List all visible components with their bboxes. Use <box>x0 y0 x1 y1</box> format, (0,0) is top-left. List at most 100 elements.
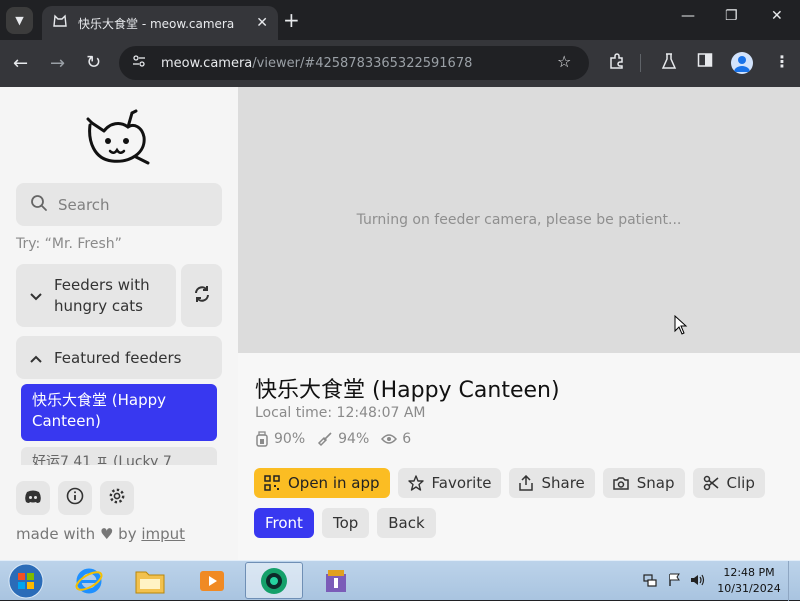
feeder-list-item[interactable]: 好运7 41 ㅍ (Lucky 7 <box>21 447 217 465</box>
refresh-icon <box>193 285 211 307</box>
minimize-button[interactable]: — <box>681 8 695 24</box>
internet-explorer-icon <box>75 568 103 593</box>
qr-code-icon <box>264 475 280 491</box>
share-button[interactable]: Share <box>509 468 595 498</box>
viewers-stat: 6 <box>381 431 411 447</box>
imput-link[interactable]: imput <box>141 525 185 543</box>
discord-icon <box>24 489 42 508</box>
feeders-dropdown-line2: hungry cats <box>54 296 143 315</box>
info-button[interactable] <box>58 481 92 515</box>
url-host: meow.camera <box>161 55 253 71</box>
tab-search-button[interactable]: ▼ <box>6 7 33 34</box>
browser-tab[interactable]: 快乐大食堂 - meow.camera ✕ <box>42 6 278 40</box>
close-window-button[interactable]: ✕ <box>771 8 783 24</box>
mouse-cursor-icon <box>674 314 688 339</box>
search-hint: Try: “Mr. Fresh” <box>16 236 122 252</box>
feeders-dropdown-line1: Feeders with <box>54 275 150 294</box>
open-in-app-button[interactable]: Open in app <box>254 468 390 498</box>
forward-button[interactable]: → <box>50 53 65 74</box>
media-player-icon <box>200 570 224 591</box>
chevron-down-icon <box>30 286 42 305</box>
new-tab-button[interactable]: + <box>283 8 300 32</box>
extensions-icon[interactable] <box>608 52 626 74</box>
feeder-name: 好运7 41 ㅍ (Lucky 7 <box>32 454 172 466</box>
refresh-button[interactable] <box>181 264 222 327</box>
broom-icon <box>318 432 332 447</box>
video-player[interactable]: Turning on feeder camera, please be pati… <box>238 87 800 353</box>
open-in-app-label: Open in app <box>288 474 380 492</box>
video-status-message: Turning on feeder camera, please be pati… <box>356 211 682 228</box>
action-center-flag-icon[interactable] <box>668 573 680 590</box>
action-buttons: Open in app Favorite Share Snap Clip <box>254 468 773 498</box>
url-text[interactable]: meow.camera/viewer/#4258783365322591678 <box>161 56 472 71</box>
chevron-down-icon: ▼ <box>15 14 24 27</box>
favorite-button[interactable]: Favorite <box>397 468 502 498</box>
view-top-button[interactable]: Top <box>321 508 370 538</box>
search-icon <box>30 194 48 216</box>
media-player-taskbar-button[interactable] <box>183 562 241 599</box>
main-content: Turning on feeder camera, please be pati… <box>238 87 800 560</box>
archive-app-taskbar-button[interactable] <box>307 562 365 599</box>
tab-close-icon[interactable]: ✕ <box>256 15 268 31</box>
made-with-by: by <box>118 525 137 543</box>
search-box[interactable] <box>16 183 222 226</box>
url-path: /viewer/#4258783365322591678 <box>252 55 473 71</box>
windows-logo-icon <box>8 563 44 599</box>
view-back-button[interactable]: Back <box>377 508 436 538</box>
more-menu-icon[interactable]: ⋮ <box>774 52 790 71</box>
made-with-prefix: made with <box>16 525 96 543</box>
clip-button[interactable]: Clip <box>692 468 765 498</box>
show-desktop-button[interactable] <box>788 561 800 601</box>
clip-label: Clip <box>726 474 755 492</box>
taskbar-clock[interactable]: 12:48 PM 10/31/2024 <box>716 565 782 597</box>
scissors-icon <box>703 475 718 491</box>
bookmark-star-icon[interactable]: ☆ <box>557 52 571 71</box>
settings-button[interactable] <box>100 481 134 515</box>
maximize-button[interactable]: ❐ <box>725 8 738 24</box>
search-input[interactable] <box>58 195 208 214</box>
chrome-app-taskbar-button[interactable] <box>245 562 303 599</box>
star-icon <box>407 475 424 491</box>
tab-title: 快乐大食堂 - meow.camera <box>78 16 235 31</box>
network-icon[interactable] <box>643 573 657 590</box>
toolbar-divider <box>640 54 641 72</box>
app-camera-icon <box>261 567 287 594</box>
featured-feeders-dropdown[interactable]: Featured feeders <box>16 336 222 379</box>
share-icon <box>519 475 534 491</box>
meow-camera-logo[interactable] <box>84 105 154 173</box>
feeder-name-line2: Canteen) <box>32 412 101 430</box>
viewers-value: 6 <box>402 431 412 447</box>
internet-explorer-taskbar-button[interactable] <box>60 562 118 599</box>
profile-avatar-icon[interactable] <box>731 52 753 74</box>
feeder-list-item-active[interactable]: 快乐大食堂 (Happy Canteen) <box>21 384 217 441</box>
feeders-dropdown-label: Feeders with hungry cats <box>54 275 150 317</box>
share-label: Share <box>541 474 585 492</box>
food-level-value: 90% <box>274 431 306 447</box>
site-info-icon[interactable] <box>131 53 147 73</box>
feeder-stats: 90% 94% 6 <box>255 431 423 447</box>
back-button[interactable]: ← <box>13 53 28 74</box>
view-front-button[interactable]: Front <box>254 508 314 538</box>
reload-button[interactable]: ↻ <box>86 52 101 73</box>
camera-icon <box>613 477 629 490</box>
camera-view-selector: Front Top Back <box>254 508 444 538</box>
address-bar[interactable]: meow.camera/viewer/#4258783365322591678 <box>119 46 589 80</box>
discord-button[interactable] <box>16 481 50 515</box>
chevron-up-icon <box>30 348 42 367</box>
start-button[interactable] <box>4 562 48 600</box>
snap-button[interactable]: Snap <box>602 468 685 498</box>
featured-feeders-label: Featured feeders <box>54 348 182 367</box>
windows-taskbar: 12:48 PM 10/31/2024 <box>0 560 800 601</box>
browser-tab-bar: ▼ 快乐大食堂 - meow.camera ✕ + — ❐ ✕ <box>0 0 800 40</box>
side-panel-icon[interactable] <box>697 52 713 72</box>
feeder-title: 快乐大食堂 (Happy Canteen) <box>255 378 560 403</box>
food-level-stat: 90% <box>255 431 305 447</box>
file-explorer-taskbar-button[interactable] <box>121 562 179 599</box>
tab-favicon-cat-icon <box>52 13 68 33</box>
feeders-with-hungry-cats-dropdown[interactable]: Feeders with hungry cats <box>16 264 176 327</box>
volume-icon[interactable] <box>690 573 706 590</box>
food-container-icon <box>256 431 268 447</box>
eye-icon <box>381 434 398 444</box>
labs-flask-icon[interactable] <box>661 52 677 74</box>
cleanliness-stat: 94% <box>317 431 369 447</box>
